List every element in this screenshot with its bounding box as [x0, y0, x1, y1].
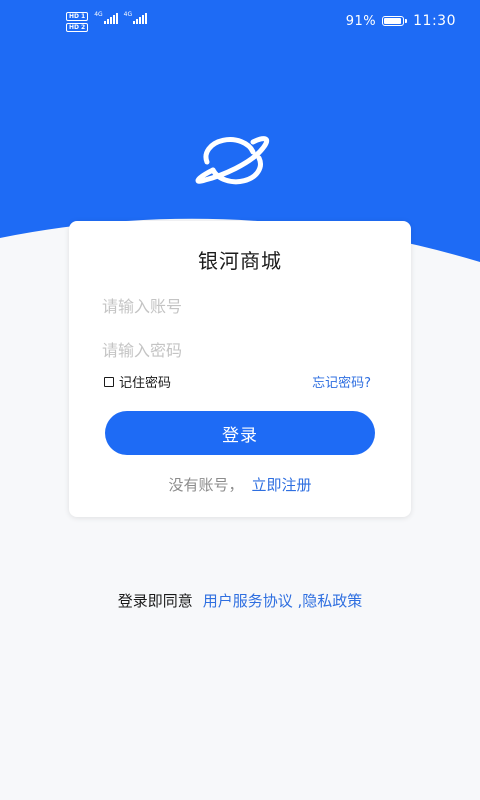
register-link[interactable]: 立即注册 [252, 476, 312, 494]
forgot-password-link[interactable]: 忘记密码? [312, 372, 371, 391]
password-input[interactable] [102, 335, 378, 365]
privacy-link[interactable]: 隐私政策 [302, 592, 362, 610]
agreement-prefix: 登录即同意 [117, 592, 193, 610]
network-sim1: 4G [94, 11, 118, 24]
status-right: 91% 11:30 [346, 13, 456, 29]
battery-icon [382, 16, 408, 26]
battery-fill [384, 18, 401, 24]
login-button[interactable]: 登录 [105, 411, 375, 455]
agreement-separator: , [292, 592, 303, 610]
sim-badges: HD 1 HD 2 [66, 12, 89, 32]
remember-password-checkbox[interactable] [104, 376, 114, 387]
signal-group: HD 1 HD 2 4G 4G [66, 11, 148, 32]
hd-badge-sim2: HD 2 [66, 23, 89, 32]
clock: 11:30 [413, 13, 456, 29]
register-row: 没有账号， 立即注册 [69, 474, 411, 495]
agreement-row: 登录即同意 用户服务协议 ,隐私政策 [0, 590, 480, 611]
network-sim2: 4G [123, 11, 148, 24]
app-title: 银河商城 [198, 249, 282, 273]
network-type-label: 4G [94, 11, 103, 18]
status-bar: HD 1 HD 2 4G 4G 91% 11:30 [0, 0, 480, 46]
account-input[interactable] [102, 291, 378, 321]
no-account-text: 没有账号， [168, 476, 244, 494]
signal-icon [133, 12, 148, 24]
planet-icon [195, 136, 270, 185]
network-type-label: 4G [123, 11, 133, 18]
remember-password-label: 记住密码 [119, 376, 172, 391]
terms-link[interactable]: 用户服务协议 [203, 592, 293, 610]
login-card: 银河商城 记住密码 忘记密码? 登录 没有账号， 立即注册 [69, 221, 411, 517]
hd-badge-sim1: HD 1 [66, 12, 89, 21]
battery-percent: 91% [345, 13, 377, 29]
remember-password-toggle[interactable]: 记住密码 [104, 372, 171, 391]
signal-icon [103, 12, 118, 24]
